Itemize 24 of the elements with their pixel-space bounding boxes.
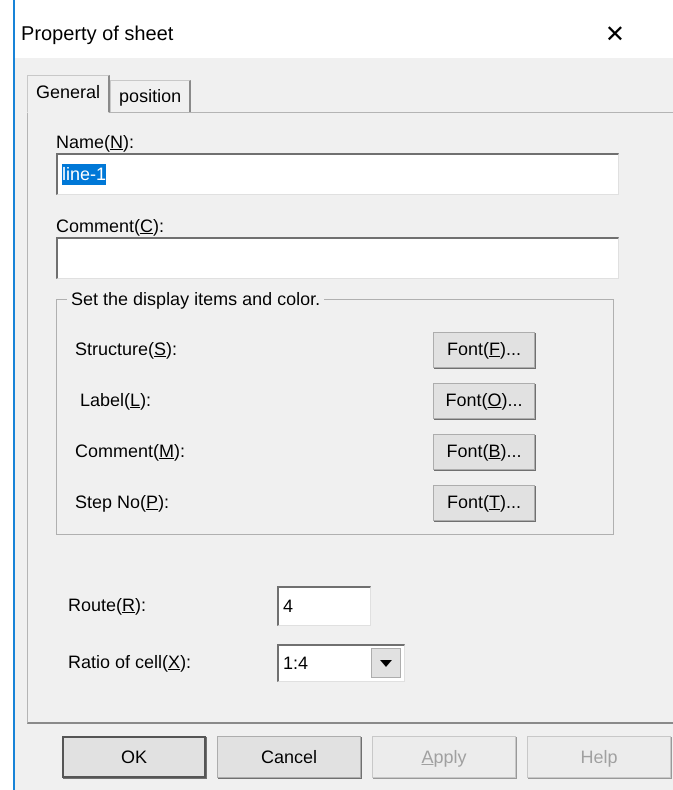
group-title: Set the display items and color.: [67, 289, 324, 310]
route-field[interactable]: 4: [277, 586, 371, 626]
font-button[interactable]: Font(B)...: [433, 434, 535, 470]
field-label: Comment(C):: [56, 215, 166, 237]
tab[interactable]: position: [110, 80, 192, 112]
field-label: Name(N):: [56, 131, 136, 153]
field-label: Ratio of cell(X):: [68, 652, 192, 673]
dropdown-arrow-icon: [380, 660, 392, 666]
option-label: Label(L):: [79, 390, 152, 411]
text-field[interactable]: [56, 237, 619, 279]
option-label: Structure(S):: [75, 339, 178, 360]
field-label: Route(R):: [68, 595, 148, 616]
dialog-button[interactable]: Cancel: [217, 736, 361, 778]
tab[interactable]: General: [27, 75, 110, 113]
text-field[interactable]: line-1: [56, 153, 619, 195]
window-title: Property of sheet: [21, 22, 174, 46]
font-button[interactable]: Font(O)...: [433, 382, 535, 418]
dialog-button[interactable]: OK: [62, 736, 206, 778]
font-button[interactable]: Font(F)...: [433, 332, 535, 368]
option-label: Step No(P):: [75, 492, 170, 513]
option-label: Comment(M):: [75, 441, 186, 462]
ratio-dropdown[interactable]: 1:4: [277, 644, 405, 682]
close-button[interactable]: ✕: [604, 20, 625, 48]
font-button[interactable]: Font(T)...: [433, 484, 535, 520]
